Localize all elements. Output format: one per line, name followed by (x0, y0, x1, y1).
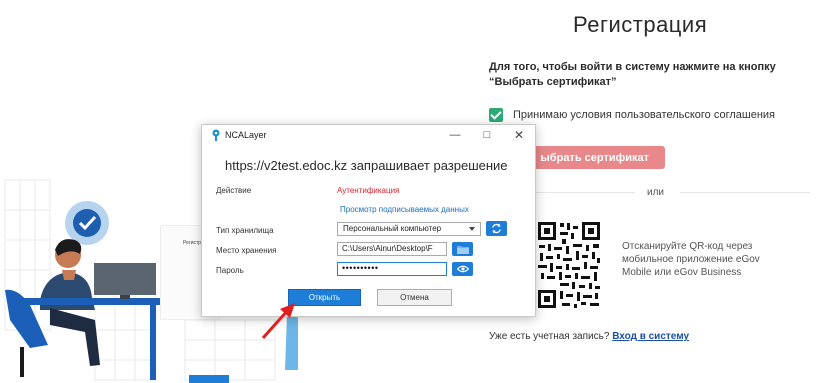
qr-instruction-text: Отсканируйте QR-код через мобильное прил… (622, 241, 760, 278)
eye-icon (456, 265, 469, 273)
agreement-checkbox[interactable] (489, 108, 503, 122)
view-signed-data-link[interactable]: Просмотр подписываемых данных (340, 205, 469, 214)
close-icon[interactable]: ✕ (510, 127, 528, 143)
folder-icon (456, 245, 469, 254)
dialog-heading: https://v2test.edoc.kz запрашивает разре… (225, 158, 508, 173)
agreement-label: Принимаю условия пользовательского согла… (513, 109, 776, 121)
dropdown-chevron-icon (469, 227, 475, 231)
dialog-title: NCALayer (225, 130, 267, 140)
instruction-text: Для того, чтобы войти в систему нажмите … (489, 61, 776, 88)
refresh-button[interactable] (486, 221, 507, 236)
storage-place-label: Место хранения (216, 246, 277, 255)
storage-type-select[interactable]: Персональный компьютер (337, 222, 481, 236)
storage-type-label: Тип хранилища (216, 226, 274, 235)
browse-folder-button[interactable] (452, 242, 473, 256)
document-sheet-title: Регистр (183, 240, 202, 246)
divider (680, 192, 810, 193)
dialog-titlebar[interactable]: NCALayer — □ ✕ (202, 125, 535, 145)
ncalayer-logo-icon (212, 129, 220, 141)
open-button[interactable]: Открыть (288, 289, 361, 306)
cancel-button[interactable]: Отмена (377, 289, 452, 306)
password-label: Пароль (216, 266, 244, 275)
storage-path-input[interactable]: C:\Users\Ainur\Desktop\F (337, 242, 447, 256)
or-separator: или (647, 187, 665, 198)
login-link[interactable]: Вход в систему (612, 331, 689, 342)
qr-code-icon (536, 220, 602, 310)
choose-certificate-button[interactable]: ыбрать сертификат (520, 146, 665, 169)
action-label: Действие (216, 186, 252, 195)
page-title: Регистрация (573, 12, 708, 37)
password-input[interactable]: •••••••••• (337, 262, 447, 276)
divider (535, 192, 635, 193)
refresh-icon (492, 223, 501, 234)
ncalayer-dialog: NCALayer — □ ✕ https://v2test.edoc.kz за… (201, 124, 536, 317)
action-value: Аутентификация (337, 186, 400, 195)
agreement-row[interactable]: Принимаю условия пользовательского согла… (489, 108, 775, 122)
have-account-text: Уже есть учетная запись? (489, 331, 610, 342)
red-arrow-pointer-icon (261, 303, 295, 339)
maximize-icon[interactable]: □ (478, 127, 496, 143)
login-row: Уже есть учетная запись? Вход в систему (489, 331, 689, 342)
minimize-icon[interactable]: — (446, 127, 464, 143)
storage-type-value: Персональный компьютер (343, 224, 442, 233)
show-password-button[interactable] (452, 262, 473, 276)
